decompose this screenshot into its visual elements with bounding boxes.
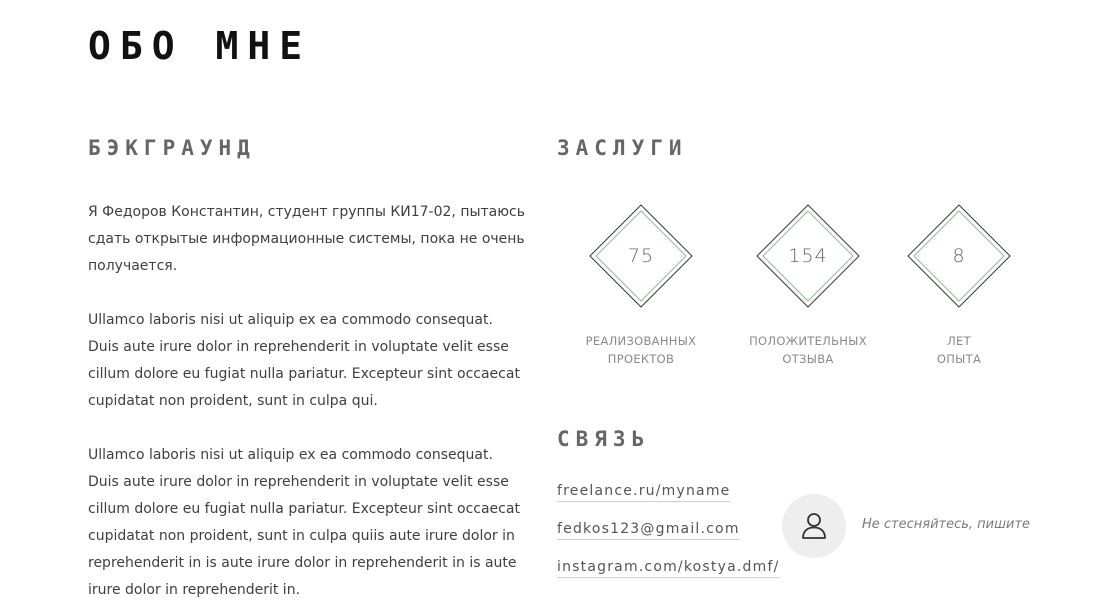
merits-title: ЗАСЛУГИ (557, 136, 688, 160)
avatar (782, 494, 846, 558)
background-title: БЭКГРАУНД (88, 136, 256, 160)
stat-label: ЛЕТ ОПЫТА (936, 334, 982, 366)
stat-label: ПОЛОЖИТЕЛЬНЫХ ОТЗЫВА (749, 334, 867, 366)
diamond-badge: 154 (756, 204, 860, 308)
diamond-badge: 8 (907, 204, 1011, 308)
page-title: ОБО МНЕ (88, 24, 312, 68)
stat-value: 75 (627, 245, 655, 267)
instagram-link[interactable]: instagram.com/kostya.dmf/ (557, 557, 780, 578)
about-page: ОБО МНЕ БЭКГРАУНД Я Федоров Константин, … (0, 0, 1101, 616)
diamond-badge: 75 (589, 204, 693, 308)
background-paragraph-3: Ullamco laboris nisi ut aliquip ex ea co… (88, 447, 520, 598)
stat-label: РЕАЛИЗОВАННЫХ ПРОЕКТОВ (585, 334, 697, 366)
stat-value: 8 (952, 245, 966, 267)
stat-value: 154 (788, 245, 828, 267)
contact-title: СВЯЗЬ (557, 427, 651, 451)
stat-projects: 75 РЕАЛИЗОВАННЫХ ПРОЕКТОВ (571, 204, 711, 374)
stat-reviews: 154 ПОЛОЖИТЕЛЬНЫХ ОТЗЫВА (738, 204, 878, 374)
user-icon (802, 513, 826, 539)
contact-links: freelance.ru/myname fedkos123@gmail.com … (557, 481, 780, 595)
contact-cta-text: Не стесняйтесь, пишите (862, 517, 1031, 532)
stat-experience: 8 ЛЕТ ОПЫТА (889, 204, 1029, 374)
freelance-link[interactable]: freelance.ru/myname (557, 481, 731, 502)
background-paragraph-1: Я Федоров Константин, студент группы КИ1… (88, 204, 525, 274)
email-link[interactable]: fedkos123@gmail.com (557, 519, 740, 540)
background-text: Я Федоров Константин, студент группы КИ1… (88, 199, 528, 616)
background-paragraph-2: Ullamco laboris nisi ut aliquip ex ea co… (88, 312, 520, 409)
